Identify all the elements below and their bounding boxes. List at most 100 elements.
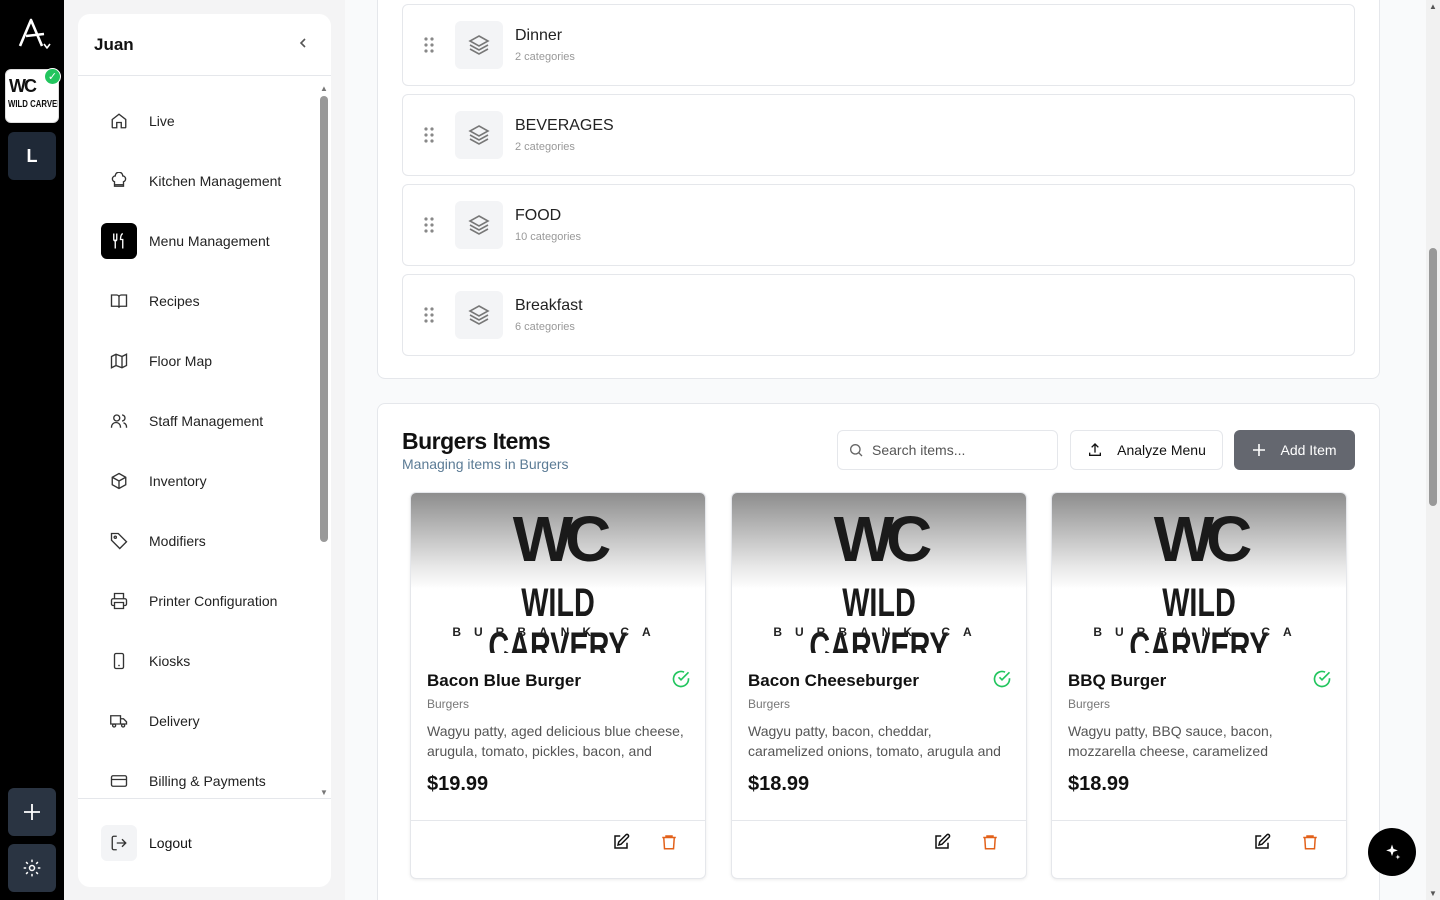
app-rail: WC WILD CARVER ✓ L	[0, 0, 64, 900]
sidebar-item-modifiers[interactable]: Modifiers	[78, 511, 318, 571]
logout-icon	[101, 825, 137, 861]
item-card-bbq-burger[interactable]: WC WILD CARVERY BURBANK CA BBQ Burger Bu…	[1051, 492, 1347, 879]
menu-row-dinner[interactable]: Dinner 2 categories	[402, 4, 1355, 86]
sidebar-item-menu-management[interactable]: Menu Management	[78, 211, 318, 271]
ai-assistant-button[interactable]	[1368, 828, 1416, 876]
menu-row-text: Breakfast 6 categories	[515, 297, 583, 333]
available-check-icon[interactable]	[1312, 669, 1332, 694]
trash-icon[interactable]	[660, 833, 678, 856]
items-section-subtitle: Managing items in Burgers	[402, 456, 569, 472]
users-icon	[101, 403, 137, 439]
sidebar-item-staff-management[interactable]: Staff Management	[78, 391, 318, 451]
scroll-down-arrow-icon[interactable]: ▼	[1429, 889, 1437, 898]
trash-icon[interactable]	[1301, 833, 1319, 856]
sidebar-item-inventory[interactable]: Inventory	[78, 451, 318, 511]
sidebar-item-label: Floor Map	[149, 353, 213, 369]
sidebar-item-label: Menu Management	[149, 233, 270, 249]
sidebar-item-label: Printer Configuration	[149, 593, 278, 609]
org-switch-l[interactable]: L	[8, 132, 56, 180]
item-body: BBQ Burger Burgers Wagyu patty, BBQ sauc…	[1052, 653, 1346, 796]
sidebar-item-delivery[interactable]: Delivery	[78, 691, 318, 751]
org-name: WILD CARVER	[8, 99, 59, 110]
item-search[interactable]	[837, 430, 1058, 470]
item-image-mark: WC	[512, 503, 612, 575]
item-card-bacon-cheeseburger[interactable]: WC WILD CARVERY BURBANK CA Bacon Cheeseb…	[731, 492, 1027, 879]
scrollbar-thumb[interactable]	[1429, 248, 1437, 506]
collapse-sidebar-button[interactable]	[291, 36, 315, 54]
add-item-button[interactable]: Add Item	[1234, 430, 1355, 470]
sidebar-item-floor-map[interactable]: Floor Map	[78, 331, 318, 391]
main-content: Dinner 2 categories BEVERAGES 2 categori…	[345, 0, 1426, 900]
add-org-button[interactable]	[8, 788, 56, 836]
menu-row-breakfast[interactable]: Breakfast 6 categories	[402, 274, 1355, 356]
menu-name: BEVERAGES	[515, 117, 614, 134]
menu-row-text: Dinner 2 categories	[515, 27, 575, 63]
plus-icon	[24, 804, 40, 820]
item-card-bacon-blue-burger[interactable]: WC WILD CARVERY BURBANK CA Bacon Blue Bu…	[410, 492, 706, 879]
edit-icon[interactable]	[1253, 833, 1271, 856]
item-category: Burgers	[748, 697, 791, 711]
menu-category-count: 2 categories	[515, 51, 575, 63]
page-scrollbar[interactable]: ▲ ▼	[1426, 0, 1440, 900]
sidebar-item-live[interactable]: Live	[78, 91, 318, 151]
menu-name: Dinner	[515, 27, 563, 44]
user-name: Juan	[94, 34, 134, 54]
menu-row-beverages[interactable]: BEVERAGES 2 categories	[402, 94, 1355, 176]
sidebar-header: Juan	[78, 14, 331, 76]
item-body: Bacon Cheeseburger Burgers Wagyu patty, …	[732, 653, 1026, 796]
sidebar-item-label: Recipes	[149, 293, 200, 309]
search-input[interactable]	[872, 442, 1042, 458]
logout-button[interactable]: Logout	[78, 798, 331, 887]
analyze-menu-button[interactable]: Analyze Menu	[1070, 430, 1223, 470]
available-check-icon[interactable]	[671, 669, 691, 694]
item-image-name: WILD CARVERY	[488, 581, 628, 653]
menus-list-card: Dinner 2 categories BEVERAGES 2 categori…	[377, 0, 1380, 379]
drag-handle-icon[interactable]	[403, 307, 455, 323]
drag-handle-icon[interactable]	[403, 217, 455, 233]
drag-handle-icon[interactable]	[403, 127, 455, 143]
items-card: Burgers Items Managing items in Burgers …	[377, 403, 1380, 900]
sidebar-item-label: Modifiers	[149, 533, 206, 549]
edit-icon[interactable]	[933, 833, 951, 856]
item-image-mark: WC	[1153, 503, 1253, 575]
item-actions	[411, 820, 705, 878]
drag-handle-icon[interactable]	[403, 37, 455, 53]
available-check-icon[interactable]	[992, 669, 1012, 694]
item-body: Bacon Blue Burger Burgers Wagyu patty, a…	[411, 653, 705, 796]
layers-icon	[455, 201, 503, 249]
item-name: Bacon Cheeseburger	[748, 671, 919, 690]
item-image-name: WILD CARVERY	[809, 581, 949, 653]
sidebar-item-kitchen-management[interactable]: Kitchen Management	[78, 151, 318, 211]
item-image-location: BURBANK CA	[773, 625, 985, 639]
scroll-up-arrow-icon[interactable]: ▲	[1429, 2, 1437, 11]
org-selected-check-icon: ✓	[44, 68, 61, 85]
logout-label: Logout	[149, 835, 192, 851]
item-description: Wagyu patty, bacon, cheddar, caramelized…	[748, 723, 1001, 759]
utensils-icon	[101, 223, 137, 259]
item-image-location: BURBANK CA	[1093, 625, 1305, 639]
sidebar-item-label: Live	[149, 113, 175, 129]
credit-card-icon	[101, 763, 137, 799]
book-icon	[101, 283, 137, 319]
item-name: BBQ Burger	[1068, 671, 1167, 690]
item-description: Wagyu patty, aged delicious blue cheese,…	[427, 723, 684, 759]
settings-button[interactable]	[8, 844, 56, 892]
add-item-label: Add Item	[1280, 442, 1337, 458]
scrollbar-thumb[interactable]	[320, 96, 328, 542]
edit-icon[interactable]	[612, 833, 630, 856]
brand-a-icon[interactable]	[14, 14, 54, 54]
sidebar-scrollbar[interactable]: ▲ ▼	[318, 84, 330, 797]
item-price: $18.99	[1068, 773, 1130, 795]
scroll-up-arrow-icon[interactable]: ▲	[320, 84, 328, 93]
sidebar-item-printer-configuration[interactable]: Printer Configuration	[78, 571, 318, 631]
item-image: WC WILD CARVERY BURBANK CA	[1052, 493, 1346, 653]
sidebar-nav: Live Kitchen Management Menu Management …	[78, 91, 318, 811]
scroll-down-arrow-icon[interactable]: ▼	[320, 788, 328, 797]
trash-icon[interactable]	[981, 833, 999, 856]
sidebar-item-kiosks[interactable]: Kiosks	[78, 631, 318, 691]
tablet-icon	[101, 643, 137, 679]
menu-row-food[interactable]: FOOD 10 categories	[402, 184, 1355, 266]
item-category: Burgers	[427, 697, 470, 711]
item-description: Wagyu patty, BBQ sauce, bacon, mozzarell…	[1068, 723, 1273, 759]
sidebar-item-recipes[interactable]: Recipes	[78, 271, 318, 331]
